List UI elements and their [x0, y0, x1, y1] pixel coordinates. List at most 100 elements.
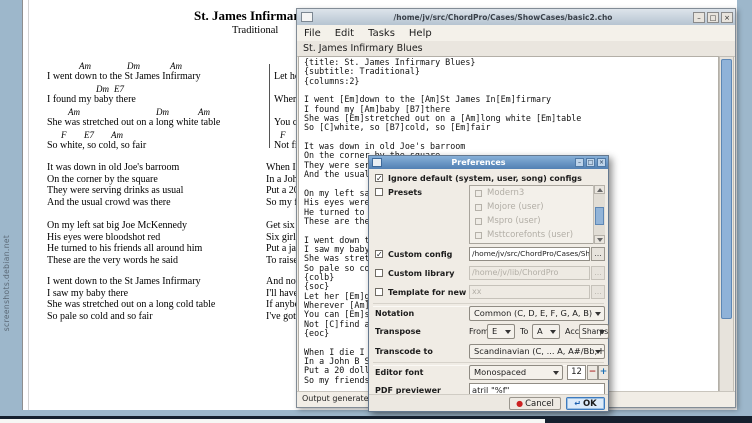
close-button[interactable]: ×: [721, 12, 733, 23]
notation-row: Notation Common (C, D, E, F, G, A, B): [369, 306, 608, 321]
tabbar: St. James Infirmary Blues: [297, 41, 735, 57]
custom-config-checkbox[interactable]: ✓: [375, 250, 383, 258]
pdf-chord: Am: [68, 107, 80, 117]
pdf-lyric-line: So white, so cold, so fair: [47, 140, 146, 151]
pdf-chord: Am: [170, 61, 182, 71]
transcode-dropdown[interactable]: Scandinavian (C, ... A, A#/Bb, H): [469, 344, 605, 359]
font-size-field[interactable]: 12: [567, 365, 586, 380]
menu-edit[interactable]: Edit: [328, 28, 361, 39]
custom-config-field[interactable]: /home/jv/src/ChordPro/Cases/ShowCas: [469, 247, 590, 261]
pdf-lyric-line: I saw my baby there: [47, 288, 128, 299]
editor-font-value: Monospaced: [474, 367, 526, 377]
editor-font-dropdown[interactable]: Monospaced: [469, 365, 563, 380]
pdf-lyric-line: These are the very words he said: [47, 255, 178, 266]
pdf-chord: Dm: [156, 107, 169, 117]
dialog-close-button[interactable]: ×: [597, 158, 606, 167]
notation-value: Common (C, D, E, F, G, A, B): [474, 308, 592, 318]
menu-tasks[interactable]: Tasks: [361, 28, 402, 39]
pdf-chord: E7: [84, 130, 94, 140]
maximize-button[interactable]: □: [707, 12, 719, 23]
chevron-down-icon: [553, 371, 559, 375]
tab-song[interactable]: St. James Infirmary Blues: [297, 43, 429, 54]
cancel-icon: ●: [516, 399, 523, 408]
pdf-lyric-line: Not fi: [274, 140, 298, 151]
menu-file[interactable]: File: [297, 28, 328, 39]
custom-library-label: Custom library: [388, 269, 454, 278]
chevron-down-icon: [595, 312, 601, 316]
menubar: File Edit Tasks Help: [297, 25, 735, 42]
custom-config-browse-button[interactable]: ...: [591, 247, 605, 261]
pdf-lyric-line: They were serving drinks as usual: [47, 185, 183, 196]
pdf-lyric-line: On the corner by the square: [47, 174, 158, 185]
notation-dropdown[interactable]: Common (C, D, E, F, G, A, B): [469, 306, 605, 321]
pdf-lyric-line: So pale so cold and so fair: [47, 311, 153, 322]
ignore-default-checkbox[interactable]: ✓: [375, 174, 383, 182]
menu-help[interactable]: Help: [402, 28, 439, 39]
dialog-minimize-button[interactable]: –: [575, 158, 584, 167]
presets-scroll-thumb: [595, 207, 604, 225]
pdf-lyric-line: His eyes were bloodshot red: [47, 232, 160, 243]
pdf-chord: F: [61, 130, 67, 140]
pdf-lyric-line: I went down to the St James Infirmary: [47, 276, 201, 287]
template-field: xx: [469, 285, 590, 299]
scroll-down-icon: [594, 235, 605, 244]
cancel-label: Cancel: [525, 399, 554, 409]
template-checkbox[interactable]: [375, 288, 383, 296]
editor-font-row: Editor font Monospaced 12 − +: [369, 365, 608, 380]
transcode-value: Scandinavian (C, ... A, A#/Bb, H): [474, 346, 605, 356]
pdf-chord: F: [280, 130, 286, 140]
pdf-lyric-line: To raise: [266, 255, 298, 266]
transpose-acc-dropdown[interactable]: Sharps: [579, 324, 609, 339]
notation-label: Notation: [375, 309, 414, 318]
pdf-chord: Dm: [127, 61, 140, 71]
ok-button[interactable]: ↵OK: [566, 397, 605, 410]
pdf-lyric-line: I went down to the St James Infirmary: [47, 71, 201, 82]
pdf-chord: Am: [111, 130, 123, 140]
transpose-from-label: From: [469, 327, 489, 336]
custom-library-field: /home/jv/lib/ChordPro: [469, 266, 590, 280]
template-browse-button: ...: [591, 285, 605, 299]
watermark: screenshots.debian.net: [2, 228, 14, 338]
custom-library-checkbox[interactable]: [375, 269, 383, 277]
chevron-down-icon: [595, 350, 601, 354]
cancel-button[interactable]: ●Cancel: [509, 397, 561, 410]
pdf-chord: Am: [79, 61, 91, 71]
desktop: { "watermark": "screenshots.debian.net",…: [0, 0, 752, 423]
pdf-lyric-line: And the usual crowd was there: [47, 197, 171, 208]
pdf-lyric-line: Six girls: [266, 232, 300, 243]
pdf-chord: E7: [114, 84, 124, 94]
dialog-icon: [372, 158, 382, 167]
custom-library-browse-button: ...: [591, 266, 605, 280]
font-size-increase-button[interactable]: +: [598, 365, 609, 380]
dialog-footer: ●Cancel ↵OK: [369, 394, 608, 411]
scroll-up-icon: [594, 185, 605, 194]
presets-list-chrome: [469, 185, 605, 244]
pdf-lyric-line: I found my baby there: [47, 94, 136, 105]
transpose-from-dropdown[interactable]: E: [487, 324, 515, 339]
app-icon: [301, 12, 313, 22]
editor-scrollbar[interactable]: [719, 56, 734, 392]
window-title: /home/jv/src/ChordPro/Cases/ShowCases/ba…: [313, 13, 693, 22]
minimize-button[interactable]: –: [693, 12, 705, 23]
dialog-title: Preferences: [382, 158, 575, 167]
presets-label: Presets: [388, 188, 422, 197]
bottom-edge-light: [0, 419, 545, 423]
editor-titlebar: /home/jv/src/ChordPro/Cases/ShowCases/ba…: [297, 9, 735, 26]
chevron-down-icon: [550, 330, 556, 334]
editor-font-label: Editor font: [375, 368, 423, 377]
transcode-row: Transcode to Scandinavian (C, ... A, A#/…: [369, 344, 608, 359]
ignore-default-row: ✓ Ignore default (system, user, song) co…: [369, 173, 608, 185]
presets-checkbox[interactable]: [375, 188, 383, 196]
ok-label: OK: [583, 399, 597, 409]
transpose-to-dropdown[interactable]: A: [532, 324, 560, 339]
pdf-lyric-line: She was stretched out on a long cold tab…: [47, 299, 215, 310]
pdf-chord: Am: [198, 107, 210, 117]
transpose-to-label: To: [520, 327, 528, 336]
ok-icon: ↵: [574, 399, 581, 408]
transcode-label: Transcode to: [375, 347, 433, 356]
scrollbar-thumb[interactable]: [721, 59, 732, 319]
dialog-maximize-button[interactable]: □: [586, 158, 595, 167]
presets-scrollbar: [593, 185, 605, 244]
font-size-decrease-button[interactable]: −: [587, 365, 598, 380]
pdf-lyric-line: She was stretched out on a long white ta…: [47, 117, 220, 128]
